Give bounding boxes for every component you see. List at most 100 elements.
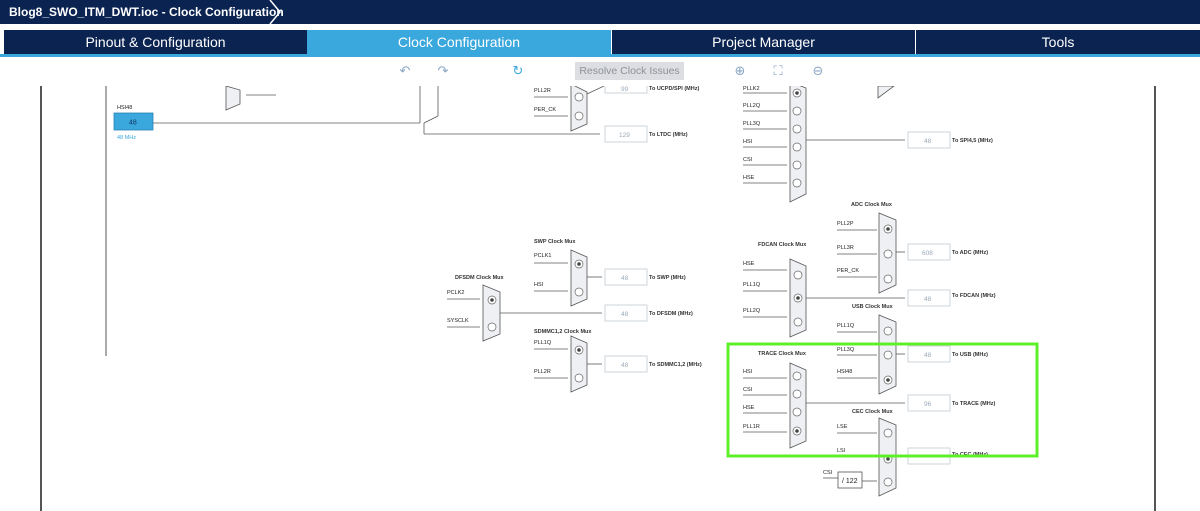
trace-radio-1[interactable] [792, 371, 802, 381]
ucpd-output-dest: To UCPD/SPI (MHz) [649, 86, 699, 92]
swp-mux-input-1: PCLK1 [534, 253, 551, 259]
zoom-out-icon[interactable]: ⊖ [810, 64, 826, 80]
trace-radio-2[interactable] [792, 389, 802, 399]
adc-output-value: 608 [922, 250, 933, 257]
sdmmc-mux-input-2: PLL2R [534, 369, 551, 375]
csi-divider-value: / 122 [842, 478, 858, 485]
fdcan-radio-3[interactable] [793, 317, 803, 327]
top-mux-radio-1[interactable] [574, 92, 584, 102]
adc-mux-title: ADC Clock Mux [851, 202, 893, 208]
resolve-clock-issues-button[interactable]: Resolve Clock Issues [575, 62, 684, 80]
dfsdm-radio-2[interactable] [487, 322, 497, 332]
trace-radio-3[interactable] [792, 407, 802, 417]
spi-radio-6[interactable] [792, 178, 802, 188]
adc-mux-input-1: PLL2P [837, 221, 854, 227]
sdmmc-mux [570, 335, 588, 393]
fdcan-mux-input-2: PLL1Q [743, 282, 761, 288]
main-tabs: Pinout & Configuration Clock Configurati… [0, 30, 1200, 54]
dfsdm-output-value: 48 [621, 311, 629, 318]
cec-mux-input-3: CSI [823, 470, 833, 476]
ltdc-output-dest: To LTDC (MHz) [649, 132, 688, 138]
spi45-output-value: 48 [924, 138, 932, 145]
spi-mux-input-4: HSI [743, 139, 753, 145]
hsi48-label: HSI48 [117, 105, 132, 111]
redo-icon[interactable]: ↷ [435, 64, 451, 80]
spi-radio-3[interactable] [792, 124, 802, 134]
fit-to-screen-icon[interactable]: ⛶ [770, 64, 786, 80]
usb-mux-input-1: PLL1Q [837, 323, 855, 329]
dfsdm-mux-title: DFSDM Clock Mux [455, 275, 505, 281]
title-bar: Blog8_SWO_ITM_DWT.ioc - Clock Configurat… [0, 0, 1200, 24]
sdmmc-output-dest: To SDMMC1,2 (MHz) [649, 362, 702, 368]
adc-mux-input-2: PLL3R [837, 245, 854, 251]
refresh-icon[interactable]: ↻ [510, 64, 526, 80]
cec-mux-input-1: LSE [837, 424, 848, 430]
fdcan-output-value: 48 [924, 296, 932, 303]
adc-output-dest: To ADC (MHz) [952, 250, 988, 256]
spi-radio-5[interactable] [792, 160, 802, 170]
spi-mux-input-3: PLL3Q [743, 121, 761, 127]
cec-mux-input-2: LSI [837, 448, 846, 454]
spi-mux-input-5: CSI [743, 157, 753, 163]
fdcan-mux-input-1: HSE [743, 261, 755, 267]
adc-radio-2[interactable] [883, 249, 893, 259]
toolbar: ↶ ↷ ↻ Resolve Clock Issues ⊕ ⛶ ⊖ [0, 58, 1200, 86]
tab-clock-configuration[interactable]: Clock Configuration [307, 30, 611, 54]
tab-tools[interactable]: Tools [916, 30, 1200, 54]
usb-mux-input-3: HSI48 [837, 369, 852, 375]
usb-mux-input-2: PLL3Q [837, 347, 855, 353]
dfsdm-mux-input-2: SYSCLK [447, 318, 469, 324]
cec-mux-title: CEC Clock Mux [852, 409, 894, 415]
fdcan-mux-input-3: PLL2Q [743, 308, 761, 314]
undo-icon[interactable]: ↶ [397, 64, 413, 80]
adc-mux-input-3: PER_CK [837, 268, 859, 274]
dfsdm-mux [482, 284, 501, 342]
window-title: Blog8_SWO_ITM_DWT.ioc - Clock Configurat… [9, 5, 284, 19]
spi-mux-input-1: PLLK2 [743, 86, 760, 92]
sdmmc-mux-title: SDMMC1,2 Clock Mux [534, 329, 592, 335]
spi45-output-dest: To SPI4,5 (MHz) [952, 138, 993, 144]
trace-output-dest: To TRACE (MHz) [952, 401, 995, 407]
fdcan-mux-title: FDCAN Clock Mux [758, 242, 807, 248]
ucpd-output-value: 99 [621, 86, 629, 93]
cec-radio-3[interactable] [883, 477, 893, 487]
swp-mux-input-2: HSI [534, 282, 544, 288]
sdmmc-radio-2[interactable] [574, 373, 584, 383]
spi-radio-2[interactable] [792, 106, 802, 116]
usb-mux-title: USB Clock Mux [852, 304, 894, 310]
tab-project-manager[interactable]: Project Manager [612, 30, 915, 54]
sdmmc-output-value: 48 [621, 362, 629, 369]
chevron-right-icon [269, 0, 281, 24]
swp-mux [570, 249, 588, 307]
trace-mux-input-4: PLL1R [743, 424, 760, 430]
breadcrumb[interactable]: Blog8_SWO_ITM_DWT.ioc - Clock Configurat… [0, 0, 284, 24]
dfsdm-output-dest: To DFSDM (MHz) [649, 311, 693, 317]
top-mux-input-pll2r: PLL2R [534, 88, 551, 94]
zoom-in-icon[interactable]: ⊕ [732, 64, 748, 80]
clock-tree-diagram: HSI48 48 48 MHz PLL2R PER_CK 99 To UCPD/… [40, 86, 1156, 511]
trace-mux-title: TRACE Clock Mux [758, 351, 807, 357]
adc-radio-3[interactable] [883, 274, 893, 284]
usb-output-value: 48 [924, 352, 932, 359]
swp-output-value: 48 [621, 275, 629, 282]
usb-output-dest: To USB (MHz) [952, 352, 988, 358]
partial-mux [225, 86, 241, 111]
spi-radio-4[interactable] [792, 142, 802, 152]
tab-pinout-configuration[interactable]: Pinout & Configuration [4, 30, 307, 54]
cec-radio-1[interactable] [883, 428, 893, 438]
usb-radio-1[interactable] [883, 326, 893, 336]
hsi48-freq: 48 MHz [117, 135, 136, 141]
fdcan-output-dest: To FDCAN (MHz) [952, 293, 996, 299]
trace-mux-input-1: HSI [743, 369, 753, 375]
sdmmc-mux-input-1: PLL1Q [534, 340, 552, 346]
fdcan-radio-1[interactable] [793, 270, 803, 280]
spi-mux-input-2: PLL2Q [743, 103, 761, 109]
top-mux-radio-2[interactable] [574, 111, 584, 121]
usb-radio-2[interactable] [883, 350, 893, 360]
swp-mux-title: SWP Clock Mux [534, 239, 576, 245]
spi-mux-input-6: HSE [743, 175, 755, 181]
trace-mux-input-3: HSE [743, 405, 755, 411]
clock-tree-canvas[interactable]: HSI48 48 48 MHz PLL2R PER_CK 99 To UCPD/… [0, 86, 1200, 511]
swp-radio-2[interactable] [574, 287, 584, 297]
partial-mux-right [877, 86, 895, 99]
